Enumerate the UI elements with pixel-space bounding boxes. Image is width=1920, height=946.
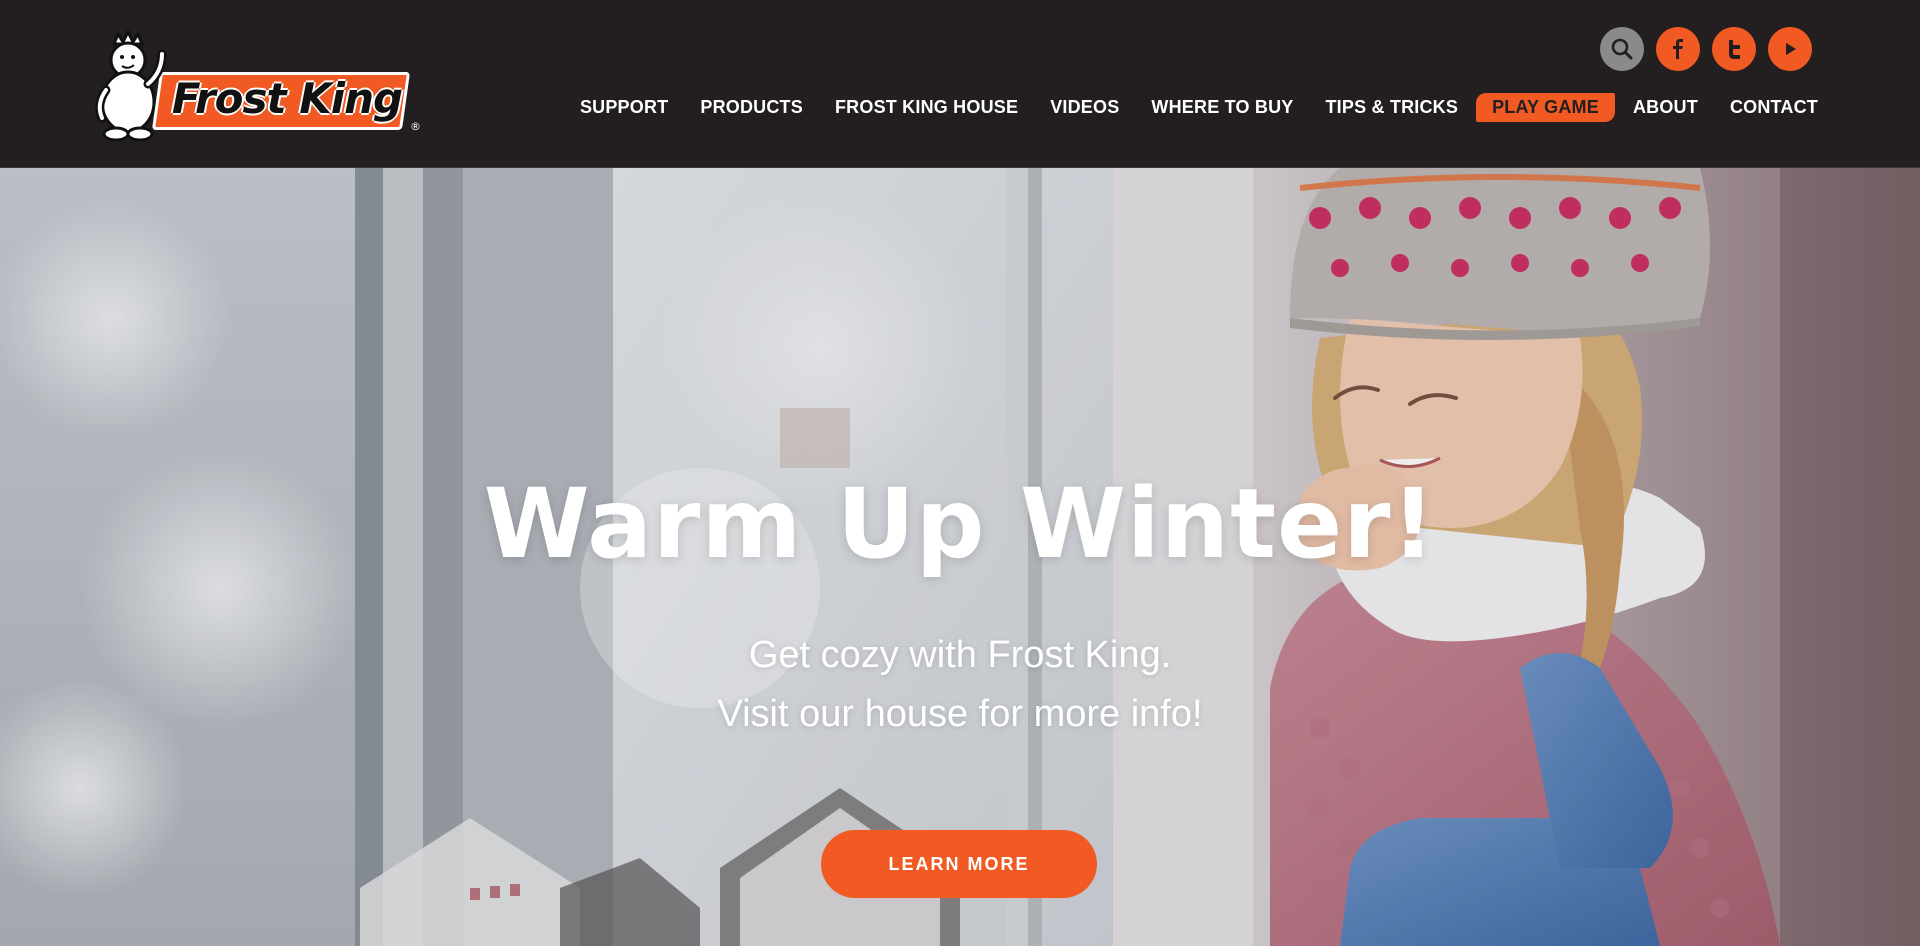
learn-more-button[interactable]: LEARN MORE: [821, 830, 1097, 898]
site-header: Frost King ® SUPPORT PRODUCTS FROST KING…: [0, 0, 1920, 168]
search-button[interactable]: [1600, 27, 1644, 71]
facebook-link[interactable]: [1656, 27, 1700, 71]
hero-banner: Warm Up Winter! Get cozy with Frost King…: [0, 168, 1920, 946]
registered-mark: ®: [410, 120, 421, 133]
search-icon: [1611, 38, 1633, 60]
twitter-icon: [1729, 40, 1740, 59]
main-nav: SUPPORT PRODUCTS FROST KING HOUSE VIDEOS…: [580, 93, 1818, 122]
nav-play-game[interactable]: PLAY GAME: [1476, 93, 1615, 122]
social-links: [1600, 27, 1812, 71]
hero-subtitle-line2: Visit our house for more info!: [717, 693, 1203, 735]
hero-subtitle-line1: Get cozy with Frost King.: [748, 634, 1172, 676]
snowman-mascot-icon: [95, 30, 167, 142]
youtube-link[interactable]: [1768, 27, 1812, 71]
nav-tips-tricks[interactable]: TIPS & TRICKS: [1325, 93, 1458, 122]
nav-products[interactable]: PRODUCTS: [700, 93, 803, 122]
logo-wordmark: Frost King: [171, 74, 403, 123]
nav-videos[interactable]: VIDEOS: [1050, 93, 1119, 122]
nav-where-to-buy[interactable]: WHERE TO BUY: [1151, 93, 1293, 122]
hero-title: Warm Up Winter!: [483, 468, 1437, 580]
nav-support[interactable]: SUPPORT: [580, 93, 668, 122]
youtube-icon: [1786, 43, 1796, 55]
nav-about[interactable]: ABOUT: [1633, 93, 1698, 122]
frost-king-logo[interactable]: Frost King ®: [92, 30, 421, 142]
nav-contact[interactable]: CONTACT: [1730, 93, 1818, 122]
nav-frost-king-house[interactable]: FROST KING HOUSE: [835, 93, 1018, 122]
twitter-link[interactable]: [1712, 27, 1756, 71]
facebook-icon: [1673, 39, 1683, 59]
